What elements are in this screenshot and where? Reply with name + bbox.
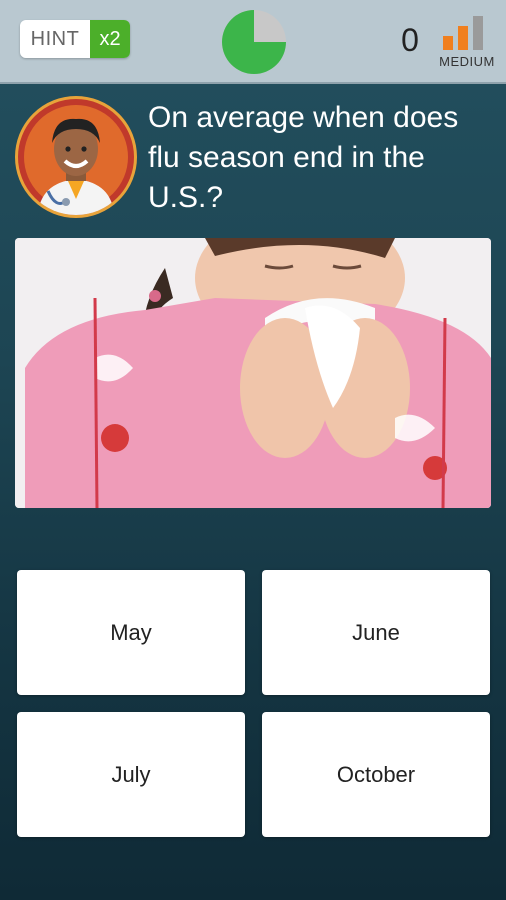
difficulty-bars-icon [443,16,493,50]
hint-count-badge: x2 [90,20,130,58]
difficulty-bar-2 [458,26,468,50]
hint-button[interactable]: HINT x2 [20,20,130,58]
score-value: 0 [401,22,419,58]
difficulty-indicator: MEDIUM [433,14,501,72]
question-text: On average when does flu season end in t… [148,101,459,214]
answer-option-1[interactable]: May [17,570,245,695]
top-bar: HINT x2 0 MEDIUM [0,0,506,84]
difficulty-label: MEDIUM [439,54,495,69]
question-photo [15,238,491,508]
answer-option-3[interactable]: July [17,712,245,837]
timer-pie-icon [222,10,286,74]
difficulty-bar-1 [443,36,453,50]
answer-option-4[interactable]: October [262,712,490,837]
hint-label: HINT [20,20,90,58]
difficulty-bar-3 [473,16,483,50]
answer-option-2[interactable]: June [262,570,490,695]
doctor-avatar-icon [15,96,137,218]
